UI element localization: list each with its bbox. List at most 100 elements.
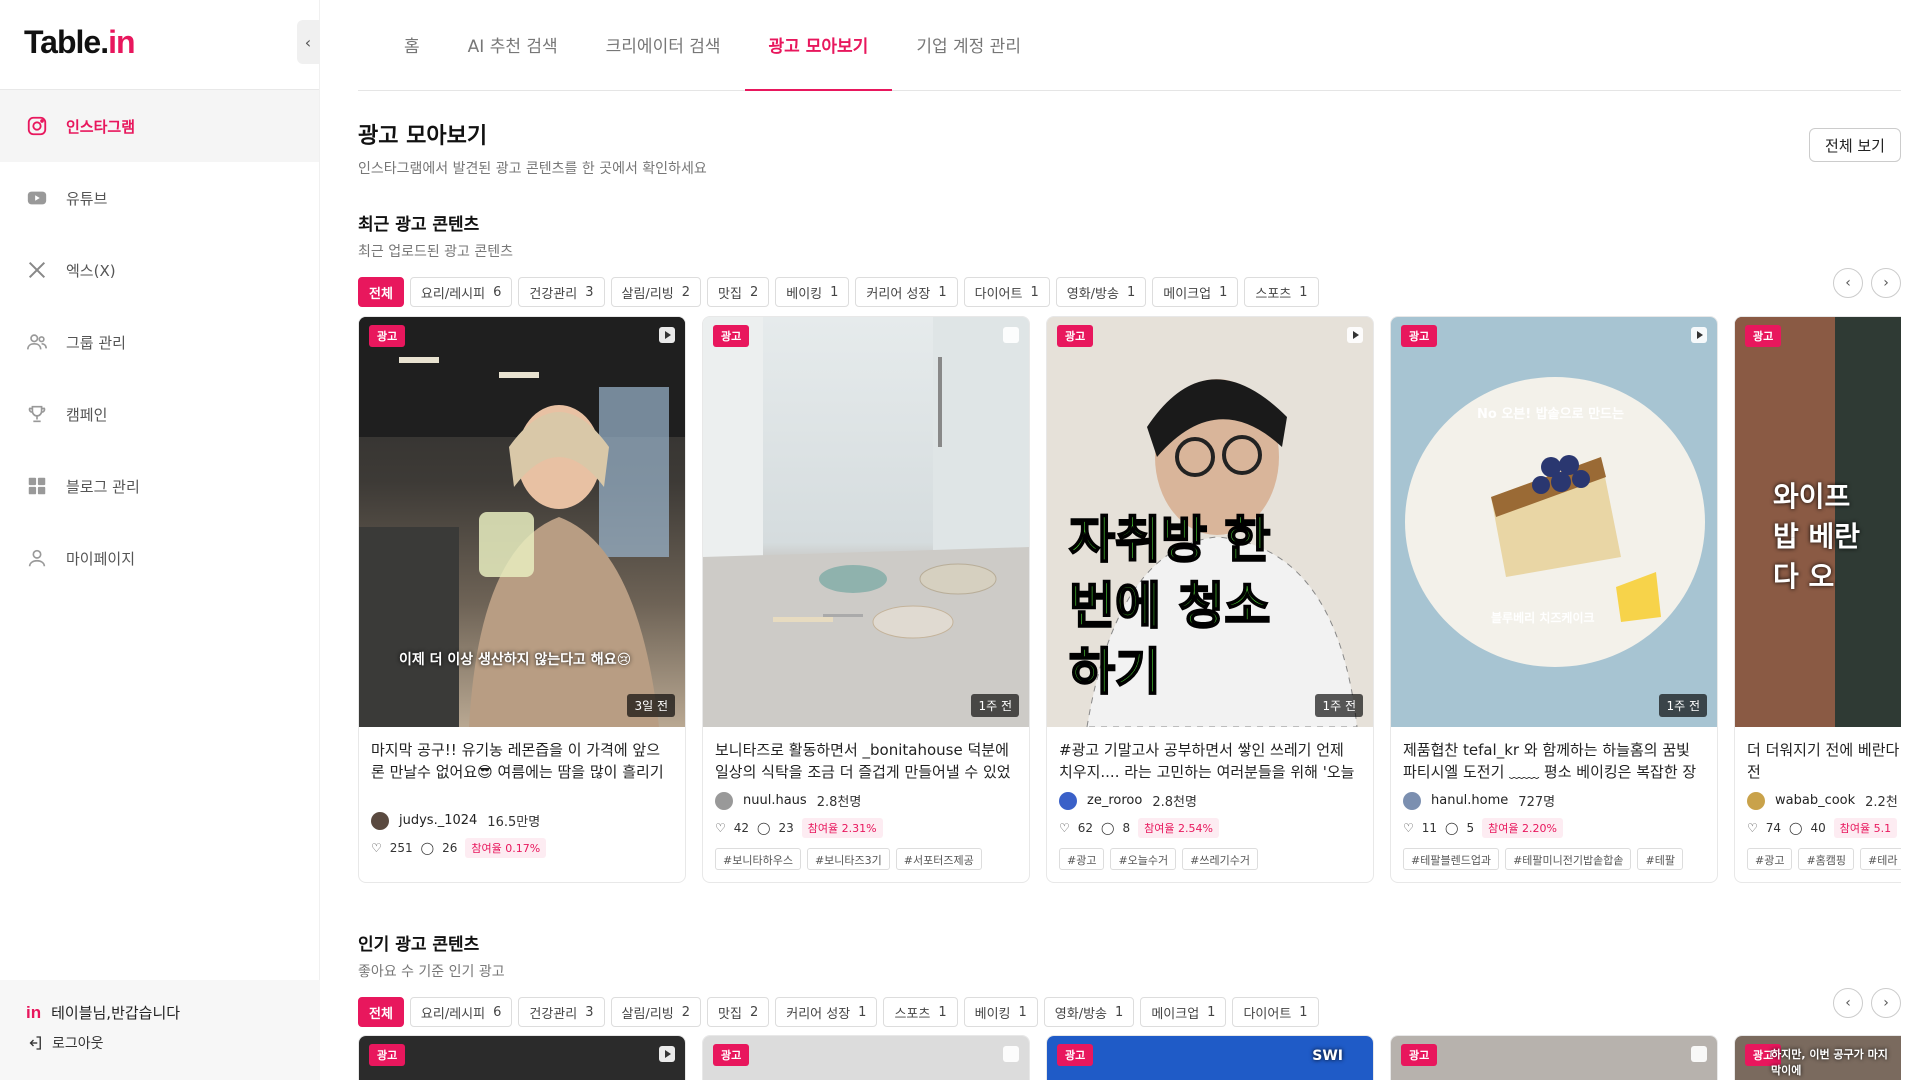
filter-chip[interactable]: 커리어 성장 1 — [775, 997, 878, 1027]
filter-chip[interactable]: 전체 — [358, 277, 404, 307]
hashtag[interactable]: #쓰레기수거 — [1182, 848, 1258, 870]
tab-company-account[interactable]: 기업 계정 관리 — [892, 0, 1045, 90]
tab-ai-search[interactable]: AI 추천 검색 — [444, 0, 582, 90]
ad-thumbnail[interactable]: 광고 — [359, 1036, 685, 1080]
prev-arrow-button[interactable]: ‹ — [1833, 268, 1863, 298]
sidebar-item-campaign[interactable]: 캠페인 — [0, 378, 319, 450]
sidebar-item-group[interactable]: 그룹 관리 — [0, 306, 319, 378]
logout-button[interactable]: 로그아웃 — [26, 1033, 294, 1053]
author-handle: hanul.home — [1431, 793, 1509, 808]
filter-chip[interactable]: 스포츠 1 — [1244, 277, 1319, 307]
filter-chip[interactable]: 커리어 성장 1 — [855, 277, 958, 307]
tab-creator-search[interactable]: 크리에이터 검색 — [582, 0, 745, 90]
ad-card[interactable]: 광고 — [358, 1035, 686, 1080]
author-row[interactable]: ze_roroo 2.8천명 — [1047, 791, 1373, 810]
view-all-button[interactable]: 전체 보기 — [1809, 128, 1901, 162]
filter-chip[interactable]: 메이크업 1 — [1140, 997, 1227, 1027]
sidebar-item-youtube[interactable]: 유튜브 — [0, 162, 319, 234]
x-icon — [26, 259, 48, 281]
author-row[interactable]: wabab_cook 2.2천 — [1735, 791, 1901, 810]
filter-chip[interactable]: 메이크업 1 — [1152, 277, 1239, 307]
hashtag[interactable]: #광고 — [1747, 848, 1793, 870]
ad-card[interactable]: 광고 이제 더 이상 생산하지 않는다고 해요😢 3일 전 마지막 공구!! 유… — [358, 316, 686, 883]
comment-count: 26 — [442, 841, 458, 855]
filter-chip-label: 메이크업 — [1151, 1006, 1200, 1022]
collapse-sidebar-button[interactable]: ‹ — [297, 20, 319, 64]
filter-chip[interactable]: 건강관리 3 — [518, 277, 605, 307]
ad-thumbnail[interactable]: 광고 하지만, 이번 공구가 마지막이에 — [1735, 1036, 1901, 1080]
ad-thumbnail[interactable]: 광고 이제 더 이상 생산하지 않는다고 해요😢 3일 전 — [359, 317, 685, 727]
hashtag[interactable]: #서포터즈제공 — [895, 848, 982, 870]
ad-thumbnail[interactable]: 광고 1주 전 — [703, 317, 1029, 727]
filter-chip[interactable]: 베이킹 1 — [775, 277, 850, 307]
filter-chip[interactable]: 전체 — [358, 997, 404, 1027]
filter-chip-count: 1 — [858, 1004, 867, 1020]
section-subtitle: 좋아요 수 기준 인기 광고 — [358, 964, 505, 980]
filter-chip[interactable]: 베이킹 1 — [963, 997, 1038, 1027]
sidebar-item-mypage[interactable]: 마이페이지 — [0, 522, 319, 594]
hashtag[interactable]: #테팔미니전기밥솥합솥 — [1505, 848, 1632, 870]
hashtag[interactable]: #보니타즈3기 — [806, 848, 890, 870]
ad-caption: #광고 기말고사 공부하면서 쌓인 쓰레기 언제 치우지.... 라는 고민하는… — [1059, 741, 1355, 781]
hashtag[interactable]: #테팔 — [1637, 848, 1683, 870]
ad-thumbnail[interactable]: 광고 — [1391, 1036, 1717, 1080]
prev-arrow-button[interactable]: ‹ — [1833, 988, 1863, 1018]
ad-card[interactable]: 광고 하지만, 이번 공구가 마지막이에 — [1734, 1035, 1901, 1080]
filter-chip[interactable]: 스포츠 1 — [883, 997, 958, 1027]
filter-chip[interactable]: 맛집 2 — [707, 277, 770, 307]
filter-chip[interactable]: 맛집 2 — [707, 997, 770, 1027]
author-handle: wabab_cook — [1775, 793, 1856, 808]
filter-chip[interactable]: 요리/레시피 6 — [409, 277, 513, 307]
author-row[interactable]: nuul.haus 2.8천명 — [703, 791, 1029, 810]
ad-card[interactable]: 광고 No 오븐! 밥솥으로 만드는 블루베리 치즈케이크 1주 전 제품협찬 … — [1390, 316, 1718, 883]
main-content: 홈 AI 추천 검색 크리에이터 검색 광고 모아보기 기업 계정 관리 광고 … — [358, 0, 1901, 1080]
ad-badge: 광고 — [369, 1044, 406, 1066]
sidebar-item-blog[interactable]: 블로그 관리 — [0, 450, 319, 522]
filter-chip[interactable]: 다이어트 1 — [1232, 997, 1319, 1027]
sidebar-item-x[interactable]: 엑스(X) — [0, 234, 319, 306]
filter-chip[interactable]: 요리/레시피 6 — [409, 997, 513, 1027]
author-row[interactable]: hanul.home 727명 — [1391, 791, 1717, 810]
ad-card[interactable]: 광고 — [1390, 1035, 1718, 1080]
section-title: 최근 광고 콘텐츠 — [358, 215, 480, 235]
filter-chip[interactable]: 다이어트 1 — [963, 277, 1050, 307]
like-count: 11 — [1421, 821, 1438, 835]
ad-card[interactable]: 광고 1주 전 보니타즈로 활동하면서 _bonitahouse 덕분에 일상의… — [702, 316, 1030, 883]
hashtag[interactable]: #광고 — [1059, 848, 1105, 870]
filter-chip-label: 영화/방송 — [1054, 1006, 1108, 1022]
hashtag[interactable]: #테라 — [1860, 848, 1901, 870]
ad-thumbnail[interactable]: 광고 자취방 한번에 청소하기 1주 전 — [1047, 317, 1373, 727]
filter-chip[interactable]: 건강관리 3 — [518, 997, 605, 1027]
filter-chip[interactable]: 영화/방송 1 — [1055, 277, 1147, 307]
ad-card[interactable]: 광고 와이프 밥 베란다 오 더 더워지기 전에 베란다 광고 무더운 여름 오… — [1734, 316, 1901, 883]
hashtag[interactable]: #보니타하우스 — [715, 848, 801, 870]
avatar — [371, 811, 389, 830]
ad-badge: 광고 — [369, 325, 406, 347]
hashtag[interactable]: #테팔블렌드업과 — [1403, 848, 1500, 870]
thumbnail-overlay-text: 자취방 한번에 청소하기 — [1068, 510, 1271, 702]
hashtag[interactable]: #오늘수거 — [1110, 848, 1177, 870]
ad-card[interactable]: 광고 SWI — [1046, 1035, 1374, 1080]
filter-chip[interactable]: 살림/리빙 2 — [610, 997, 702, 1027]
ad-thumbnail[interactable]: 광고 No 오븐! 밥솥으로 만드는 블루베리 치즈케이크 1주 전 — [1391, 317, 1717, 727]
brand-logo[interactable]: Table.in — [24, 24, 136, 61]
filter-chip-label: 전체 — [369, 286, 393, 302]
ad-thumbnail[interactable]: 광고 — [703, 1036, 1029, 1080]
author-row[interactable]: judys._1024 16.5만명 — [359, 811, 685, 830]
follower-count: 16.5만명 — [487, 815, 541, 830]
next-arrow-button[interactable]: › — [1871, 268, 1901, 298]
sidebar-item-instagram[interactable]: 인스타그램 — [0, 90, 319, 162]
ad-thumbnail[interactable]: 광고 와이프 밥 베란다 오 — [1735, 317, 1901, 727]
ad-card[interactable]: 광고 자취방 한번에 청소하기 1주 전 #광고 기말고사 공부하면서 쌓인 쓰… — [1046, 316, 1374, 883]
filter-chip[interactable]: 영화/방송 1 — [1043, 997, 1135, 1027]
next-arrow-button[interactable]: › — [1871, 988, 1901, 1018]
filter-chip[interactable]: 살림/리빙 2 — [610, 277, 702, 307]
category-filter: 전체 요리/레시피 6 건강관리 3 살림/리빙 2 맛집 2 베이킹 1 커리어 성장 1 다이어트 1 영… — [358, 277, 1901, 307]
grid-icon — [26, 475, 48, 497]
hashtag[interactable]: #홈캠핑 — [1798, 848, 1855, 870]
chevron-left-icon: ‹ — [1845, 995, 1851, 1011]
tab-home[interactable]: 홈 — [380, 0, 444, 90]
ad-thumbnail[interactable]: 광고 SWI — [1047, 1036, 1373, 1080]
tab-ad-collection[interactable]: 광고 모아보기 — [744, 0, 893, 91]
ad-card[interactable]: 광고 — [702, 1035, 1030, 1080]
